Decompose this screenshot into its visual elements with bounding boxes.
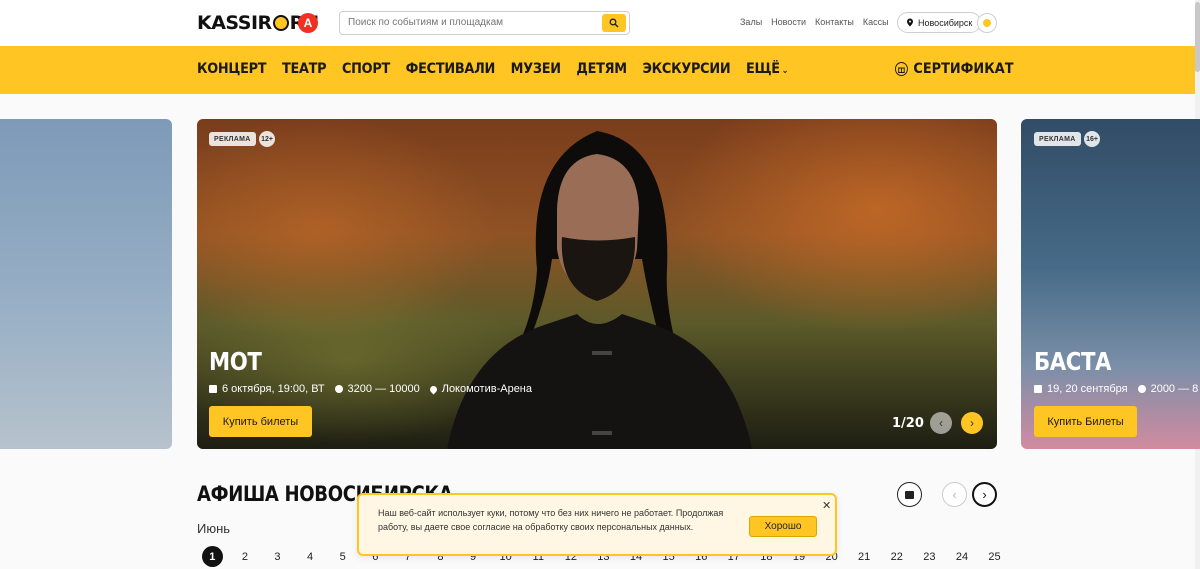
alfa-bank-logo[interactable]: А — [298, 13, 318, 33]
date-item[interactable]: 2 — [229, 546, 262, 567]
link-halls[interactable]: Залы — [740, 17, 762, 27]
date-item[interactable]: 21 — [848, 546, 881, 567]
top-links: Залы Новости Контакты Кассы — [740, 17, 889, 27]
calendar-button[interactable] — [897, 482, 922, 507]
date-number: 4 — [307, 550, 314, 563]
search-button[interactable] — [602, 14, 626, 32]
nav-museums[interactable]: МУЗЕИ — [511, 61, 561, 77]
event-price: 3200 — 10000 — [347, 383, 420, 395]
carousel-prev-slide[interactable] — [0, 119, 172, 449]
user-profile-button[interactable] — [977, 13, 997, 33]
carousel-main-slide[interactable]: РЕКЛАМА 12+ МОТ 6 октября, 19:00, ВТ 320… — [197, 119, 997, 449]
user-icon — [983, 19, 991, 27]
date-number: 21 — [858, 550, 871, 563]
buy-tickets-button[interactable]: Купить Билеты — [1034, 406, 1137, 437]
chevron-right-icon: › — [970, 416, 974, 430]
certificate-link[interactable]: СЕРТИФИКАТ — [895, 61, 1013, 77]
nav-sport[interactable]: СПОРТ — [342, 61, 390, 77]
search-input[interactable] — [348, 17, 588, 28]
event-price: 2000 — 8 — [1150, 383, 1199, 395]
carousel-next-slide[interactable]: РЕКЛАМА 16+ БАСТА 19, 20 сентября 2000 —… — [1021, 119, 1200, 449]
chevron-down-icon: ⌄ — [781, 66, 789, 76]
price-icon — [1137, 385, 1146, 393]
smile-icon — [272, 15, 289, 31]
buy-tickets-button[interactable]: Купить билеты — [209, 406, 312, 437]
date-number: 22 — [890, 550, 903, 563]
link-news[interactable]: Новости — [771, 17, 806, 27]
nav-kids[interactable]: ДЕТЯМ — [576, 61, 627, 77]
month-label: Июнь — [197, 521, 231, 536]
nav-excursions[interactable]: ЭКСКУРСИИ — [642, 61, 730, 77]
nav-more-label: ЕЩЁ — [745, 61, 780, 77]
date-item[interactable]: 25 — [978, 546, 1011, 567]
date-number: 2 — [241, 550, 248, 563]
search-box — [339, 11, 630, 35]
event-meta: 19, 20 сентября 2000 — 8 — [1034, 383, 1198, 395]
date-item[interactable]: 5 — [326, 546, 359, 567]
location-pin-icon — [907, 18, 913, 27]
chevron-left-icon: ‹ — [952, 487, 957, 502]
event-date: 6 октября, 19:00, ВТ — [222, 383, 325, 395]
nav-theatre[interactable]: ТЕАТР — [282, 61, 327, 77]
chevron-right-icon: › — [982, 487, 987, 502]
cookie-accept-button[interactable]: Хорошо — [749, 516, 817, 537]
dates-prev-button[interactable]: ‹ — [942, 482, 967, 507]
calendar-icon — [1034, 385, 1042, 393]
calendar-icon — [209, 385, 217, 393]
city-name: Новосибирск — [918, 17, 973, 28]
ad-badge: РЕКЛАМА — [209, 132, 256, 146]
date-item[interactable]: 23 — [913, 546, 946, 567]
logo-text: KASSIR — [197, 12, 272, 34]
age-rating: 16+ — [1084, 131, 1100, 147]
scrollbar-thumb[interactable] — [1195, 2, 1200, 72]
date-item[interactable]: 24 — [946, 546, 979, 567]
event-meta: 6 октября, 19:00, ВТ 3200 — 10000 Локомо… — [209, 383, 532, 395]
chevron-left-icon: ‹ — [939, 416, 943, 430]
certificate-label: СЕРТИФИКАТ — [913, 61, 1014, 77]
date-number: 3 — [274, 550, 281, 563]
age-rating: 12+ — [259, 131, 275, 147]
carousel-prev-button[interactable]: ‹ — [930, 412, 952, 434]
date-number: 25 — [988, 550, 1001, 563]
close-icon[interactable]: ✕ — [822, 499, 831, 512]
event-title[interactable]: МОТ — [209, 347, 262, 376]
date-number: 1 — [201, 546, 223, 567]
ad-badge: РЕКЛАМА — [1034, 132, 1081, 146]
date-number: 23 — [923, 550, 936, 563]
dates-next-button[interactable]: › — [972, 482, 997, 507]
nav-festivals[interactable]: ФЕСТИВАЛИ — [406, 61, 496, 77]
date-item[interactable]: 3 — [261, 546, 294, 567]
cookie-text: Наш веб-сайт использует куки, потому что… — [378, 508, 724, 532]
link-ticket-offices[interactable]: Кассы — [863, 17, 889, 27]
city-selector[interactable]: Новосибирск — [897, 12, 982, 33]
artist-photo — [447, 131, 752, 449]
gift-icon — [895, 62, 908, 76]
category-nav: КОНЦЕРТ ТЕАТР СПОРТ ФЕСТИВАЛИ МУЗЕИ ДЕТЯ… — [0, 46, 1200, 94]
date-item[interactable]: 22 — [880, 546, 913, 567]
price-icon — [334, 385, 343, 393]
event-date: 19, 20 сентября — [1047, 383, 1128, 395]
cookie-banner: Наш веб-сайт использует куки, потому что… — [357, 493, 837, 556]
carousel-next-button[interactable]: › — [961, 412, 983, 434]
event-title[interactable]: БАСТА — [1034, 347, 1111, 376]
calendar-icon — [905, 490, 914, 499]
nav-concert[interactable]: КОНЦЕРТ — [197, 61, 267, 77]
date-item[interactable]: 1 — [196, 546, 229, 567]
event-venue: Локомотив-Арена — [441, 383, 533, 395]
date-item[interactable]: 4 — [294, 546, 327, 567]
location-pin-icon — [428, 384, 439, 394]
top-header: KASSIRRU А Залы Новости Контакты Кассы Н… — [0, 0, 1200, 46]
link-contacts[interactable]: Контакты — [815, 17, 854, 27]
slide-counter: 1/20 — [892, 416, 924, 431]
search-icon — [609, 18, 619, 28]
date-number: 5 — [339, 550, 346, 563]
date-number: 24 — [955, 550, 969, 563]
nav-more[interactable]: ЕЩЁ ⌄ — [745, 61, 789, 77]
